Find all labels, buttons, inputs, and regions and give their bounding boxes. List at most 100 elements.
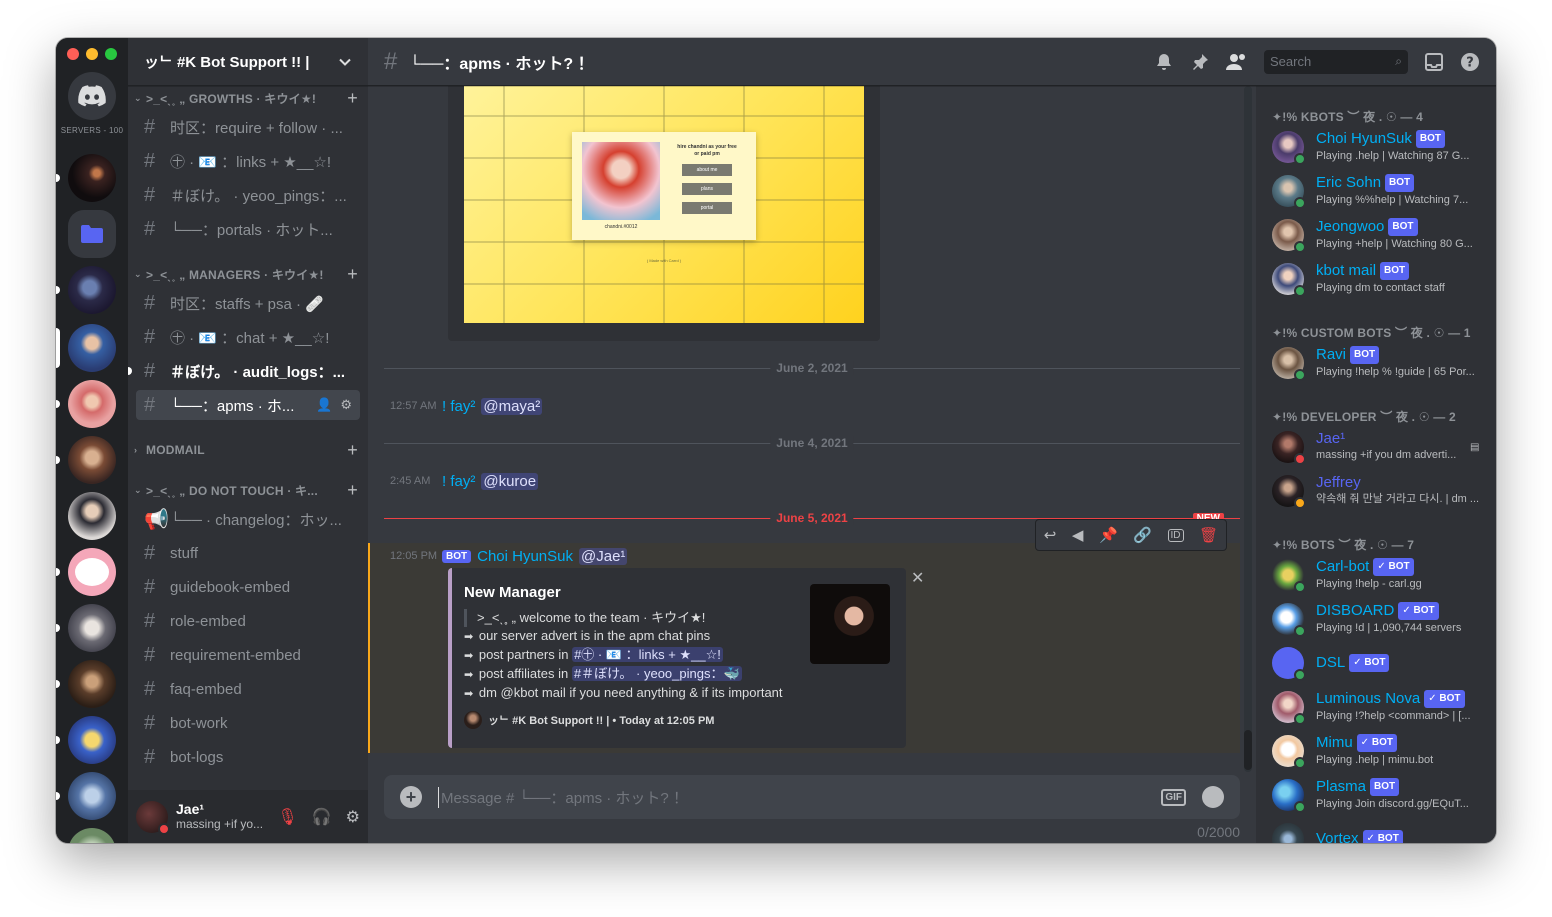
server-icon[interactable] xyxy=(68,492,116,540)
close-window-button[interactable] xyxy=(67,48,79,60)
gear-icon[interactable]: ⚙ xyxy=(346,807,360,827)
bot-badge: BOT xyxy=(1385,174,1415,192)
user-mention[interactable]: @maya² xyxy=(481,397,543,415)
channel-item[interactable]: # bot-logs xyxy=(136,742,360,772)
rich-presence-icon: ▤ xyxy=(1470,441,1480,453)
channel-item[interactable]: 📢 └── · changelog：ホッ... xyxy=(136,504,360,534)
scrollbar-thumb[interactable] xyxy=(1244,730,1252,770)
create-channel-button[interactable]: + xyxy=(347,480,358,501)
link-icon[interactable]: 🔗 xyxy=(1133,526,1152,544)
search-input[interactable]: Search ⌕ xyxy=(1264,49,1408,74)
copy-id-icon[interactable]: ID xyxy=(1167,528,1184,542)
member-item[interactable]: Carl-botBOT Playing !help - carl.gg xyxy=(1264,554,1488,596)
member-item[interactable]: MimuBOT Playing .help | mimu.bot xyxy=(1264,730,1488,772)
reply-icon[interactable]: ↩ xyxy=(1044,526,1057,544)
server-icon[interactable] xyxy=(68,380,116,428)
channel-item-unread[interactable]: # ＃ぼけ。 · audit_logs：... xyxy=(128,356,360,386)
channel-item[interactable]: # requirement-embed xyxy=(136,640,360,670)
member-item[interactable]: Plasma BOT Playing Join discord.gg/EQuT... xyxy=(1264,774,1488,816)
channel-item[interactable]: # guidebook-embed xyxy=(136,572,360,602)
channel-item[interactable]: # ㊉ · 📧 ：links + ★__☆! xyxy=(136,146,360,176)
message[interactable]: 12:57 AM ! fay² @maya² xyxy=(368,394,1256,418)
user-mention[interactable]: @kuroe xyxy=(481,472,539,490)
member-item[interactable]: kbot mail BOT Playing dm to contact staff xyxy=(1264,258,1488,300)
minimize-window-button[interactable] xyxy=(86,48,98,60)
member-item[interactable]: Jeongwoo BOT Playing +help | Watching 80 G… xyxy=(1264,214,1488,256)
channel-item[interactable]: # stuff xyxy=(136,538,360,568)
pin-icon[interactable]: 📌 xyxy=(1099,526,1118,544)
channel-item[interactable]: # role-embed xyxy=(136,606,360,636)
channel-item-active[interactable]: # └──：apms · ホ... 👤 ⚙ xyxy=(136,390,360,420)
mute-mic-icon[interactable]: 🎙 xyxy=(277,807,297,827)
channel-item[interactable]: # faq-embed xyxy=(136,674,360,704)
channel-item[interactable]: # └──：portals · ホット... xyxy=(136,214,360,244)
create-channel-button[interactable]: + xyxy=(347,440,358,461)
member-item[interactable]: VortexBOT xyxy=(1264,818,1488,843)
inbox-icon[interactable] xyxy=(1424,52,1444,72)
message-input[interactable]: Message # └──：apms · ホット? ！ xyxy=(438,786,1161,808)
member-list: ✦!% KBOTS ︶ 夜 . ☉ — 4 Choi HyunSuk BOT Pla… xyxy=(1256,86,1496,843)
online-status-icon xyxy=(1294,197,1306,209)
channel-item[interactable]: # 时区：require + follow · ... xyxy=(136,112,360,142)
member-list-icon[interactable] xyxy=(1226,52,1248,72)
channel-item[interactable]: # ＃ぼけ。 · yeoo_pings：... xyxy=(136,180,360,210)
channel-mention[interactable]: #＃ぼけ。 · yeoo_pings：🐳 xyxy=(571,666,742,681)
pin-icon[interactable] xyxy=(1190,52,1210,72)
reaction-icon[interactable]: ◀ xyxy=(1072,526,1084,544)
channel-item[interactable]: # bot-work xyxy=(136,708,360,738)
create-channel-button[interactable]: + xyxy=(347,88,358,109)
server-icon[interactable] xyxy=(68,772,116,820)
idle-status-icon xyxy=(1294,497,1306,509)
close-icon[interactable]: ✕ xyxy=(911,568,924,588)
delete-icon[interactable]: 🗑 xyxy=(1199,526,1218,544)
server-folder[interactable] xyxy=(68,210,116,258)
category-growths[interactable]: ⌄ >_<ˎ˳ „ GROWTHS · キウイ★! + xyxy=(128,88,368,108)
category-modmail[interactable]: › MODMAIL + xyxy=(128,440,368,460)
member-item[interactable]: Ravi BOT Playing !help % !guide | 65 Por..… xyxy=(1264,342,1488,384)
avatar[interactable] xyxy=(136,800,170,835)
invite-icon[interactable]: 👤 xyxy=(316,397,332,413)
emoji-button[interactable] xyxy=(1202,786,1224,808)
server-icon[interactable] xyxy=(68,548,116,596)
scrollbar-track[interactable] xyxy=(1244,86,1252,772)
server-icon[interactable] xyxy=(68,604,116,652)
server-icon[interactable] xyxy=(68,660,116,708)
server-icon[interactable] xyxy=(68,266,116,314)
online-status-icon xyxy=(1294,757,1306,769)
message-author[interactable]: Choi HyunSuk xyxy=(477,548,573,565)
server-icon[interactable] xyxy=(68,828,116,843)
server-icon[interactable] xyxy=(68,436,116,484)
channel-name: └── · changelog：ホッ... xyxy=(170,511,342,529)
category-do-not-touch[interactable]: ⌄ >_<ˎ˳ „ DO NOT TOUCH · キ... + xyxy=(128,480,368,500)
member-item[interactable]: Choi HyunSuk BOT Playing .help | Watching … xyxy=(1264,126,1488,168)
gear-icon[interactable]: ⚙ xyxy=(340,397,352,413)
server-icon-selected[interactable] xyxy=(68,324,116,372)
channel-item[interactable]: # 时区：staffs + psa · 🩹 xyxy=(136,288,360,318)
guild-header[interactable]: ッᄂ #K Bot Support !! | xyxy=(128,38,368,86)
member-item[interactable]: Jeffrey 약속해 줘 만날 거라고 다시. | dm ... xyxy=(1264,470,1488,512)
user-mention[interactable]: @Jae¹ xyxy=(579,547,628,565)
bell-icon[interactable] xyxy=(1154,52,1174,72)
help-icon[interactable]: ? xyxy=(1460,52,1480,72)
category-managers[interactable]: ⌄ >_<ˎ˳ „ MANAGERS · キウイ★! + xyxy=(128,264,368,284)
channel-title: └──：apms · ホット? ！ xyxy=(409,55,594,73)
channel-item[interactable]: # ㊉ · 📧 ：chat + ★__☆! xyxy=(136,322,360,352)
message[interactable]: 2:45 AM ! fay² @kuroe xyxy=(368,469,1256,493)
gif-button[interactable]: GIF xyxy=(1161,788,1186,806)
website-screenshot-image[interactable]: chandni.#0012 hire chandni as your free … xyxy=(464,86,864,323)
member-item[interactable]: Luminous NovaBOT Playing !?help <command>… xyxy=(1264,686,1488,728)
member-item[interactable]: DSLBOT xyxy=(1264,642,1488,684)
deafen-icon[interactable]: 🎧 xyxy=(312,807,332,827)
channel-mention[interactable]: #㊉ · 📧 ：links + ★__☆! xyxy=(572,647,723,662)
member-item[interactable]: DISBOARDBOT Playing !d | 1,090,744 server… xyxy=(1264,598,1488,640)
server-icon[interactable] xyxy=(68,716,116,764)
verified-bot-badge: BOT xyxy=(1424,690,1465,708)
create-channel-button[interactable]: + xyxy=(347,264,358,285)
add-attachment-button[interactable]: + xyxy=(400,786,422,808)
member-item[interactable]: Jae¹ massing +if you dm adverti... ▤ xyxy=(1264,426,1488,468)
member-item[interactable]: Eric Sohn BOT Playing %%help | Watching 7.… xyxy=(1264,170,1488,212)
home-button[interactable] xyxy=(68,72,116,120)
embed-thumbnail[interactable] xyxy=(810,584,890,664)
server-icon[interactable] xyxy=(68,154,116,202)
zoom-window-button[interactable] xyxy=(105,48,117,60)
